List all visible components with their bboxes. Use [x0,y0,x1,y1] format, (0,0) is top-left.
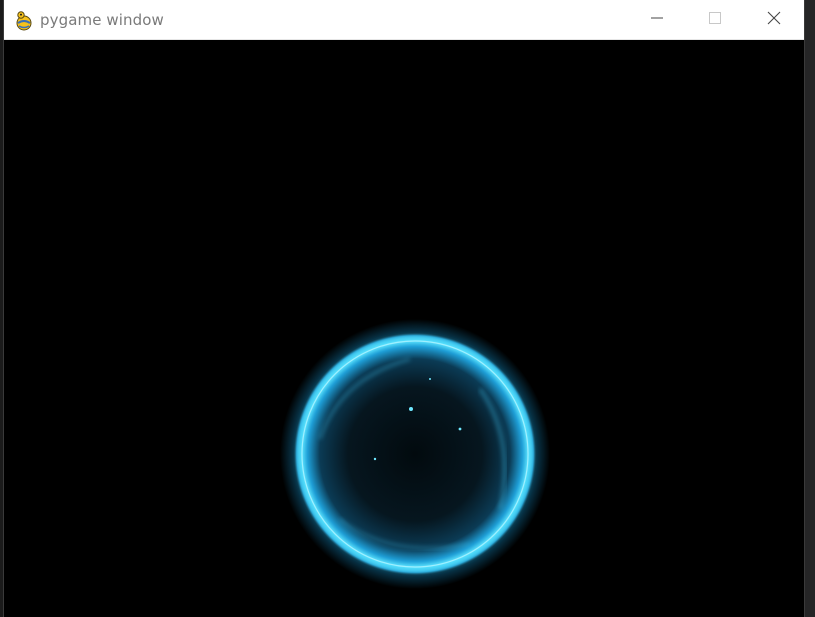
game-canvas[interactable] [4,40,804,617]
maximize-icon [709,11,721,29]
title-bar[interactable]: pygame window [4,0,804,40]
close-icon [767,11,781,30]
window-title: pygame window [40,11,164,29]
minimize-icon [651,11,663,29]
background-scrollbar [803,0,815,617]
pygame-snake-icon [13,10,35,32]
maximize-button[interactable] [686,0,744,40]
energy-orb [280,319,550,589]
minimize-button[interactable] [628,0,686,40]
close-button[interactable] [745,0,803,40]
pygame-window: pygame window [4,0,804,617]
